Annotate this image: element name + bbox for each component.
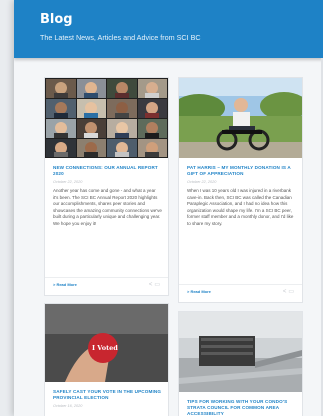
blog-page: Blog The Latest News, Articles and Advic…	[14, 0, 323, 416]
post-thumbnail-video-call-grid[interactable]	[45, 78, 168, 158]
card-content: Pat Harris – My Monthly Donation Is A Gi…	[187, 165, 296, 228]
read-more-link[interactable]: > Read More	[53, 282, 77, 287]
card-footer: > Read More <▭	[179, 284, 302, 298]
post-thumbnail-wheelchair-user[interactable]	[179, 78, 302, 158]
card-actions: <▭	[283, 288, 296, 295]
blog-header-banner: Blog The Latest News, Articles and Advic…	[14, 0, 323, 58]
read-more-link[interactable]: > Read More	[187, 289, 211, 294]
blog-card-strata-accessibility: Tips For Working With Your Condo's Strat…	[178, 311, 303, 416]
post-excerpt: When I was 10 years old I was injured in…	[187, 188, 294, 226]
page-subtitle: The Latest News, Articles and Advice fro…	[40, 33, 201, 42]
post-date: October 16, 2020	[53, 404, 83, 408]
blog-card-annual-report: New Connections: Our Annual Report 2020 …	[44, 77, 169, 296]
post-title[interactable]: Safely Cast Your Vote In The Upcoming Pr…	[53, 389, 162, 401]
page-title: Blog	[40, 12, 73, 27]
card-footer: > Read More <▭	[45, 277, 168, 291]
card-actions: <▭	[149, 281, 162, 288]
card-content: Tips For Working With Your Condo's Strat…	[187, 399, 296, 416]
blog-card-provincial-election: I Voted Safely Cast Your Vote In The Upc…	[44, 303, 169, 416]
card-content: New Connections: Our Annual Report 2020 …	[53, 165, 162, 228]
i-voted-sticker-text: I Voted	[92, 344, 118, 352]
post-date: October 22, 2020	[53, 180, 83, 184]
video-call-collage-image	[45, 78, 168, 158]
post-thumbnail-condo-entrance[interactable]	[179, 312, 302, 392]
post-date: October 22, 2020	[187, 180, 217, 184]
comment-icon[interactable]: ▭	[154, 282, 162, 288]
post-thumbnail-i-voted-sticker[interactable]: I Voted	[45, 304, 168, 382]
comment-icon[interactable]: ▭	[288, 289, 296, 295]
wheelchair-user-photo	[179, 78, 302, 158]
blog-card-pat-harris: Pat Harris – My Monthly Donation Is A Gi…	[178, 77, 303, 303]
i-voted-photo	[45, 304, 168, 382]
post-excerpt: Another year has come and gone - and wha…	[53, 188, 162, 226]
post-title[interactable]: New Connections: Our Annual Report 2020	[53, 165, 162, 177]
condo-entrance-photo	[179, 312, 302, 392]
post-title[interactable]: Pat Harris – My Monthly Donation Is A Gi…	[187, 165, 296, 177]
post-title[interactable]: Tips For Working With Your Condo's Strat…	[187, 399, 296, 416]
card-content: Safely Cast Your Vote In The Upcoming Pr…	[53, 389, 162, 408]
